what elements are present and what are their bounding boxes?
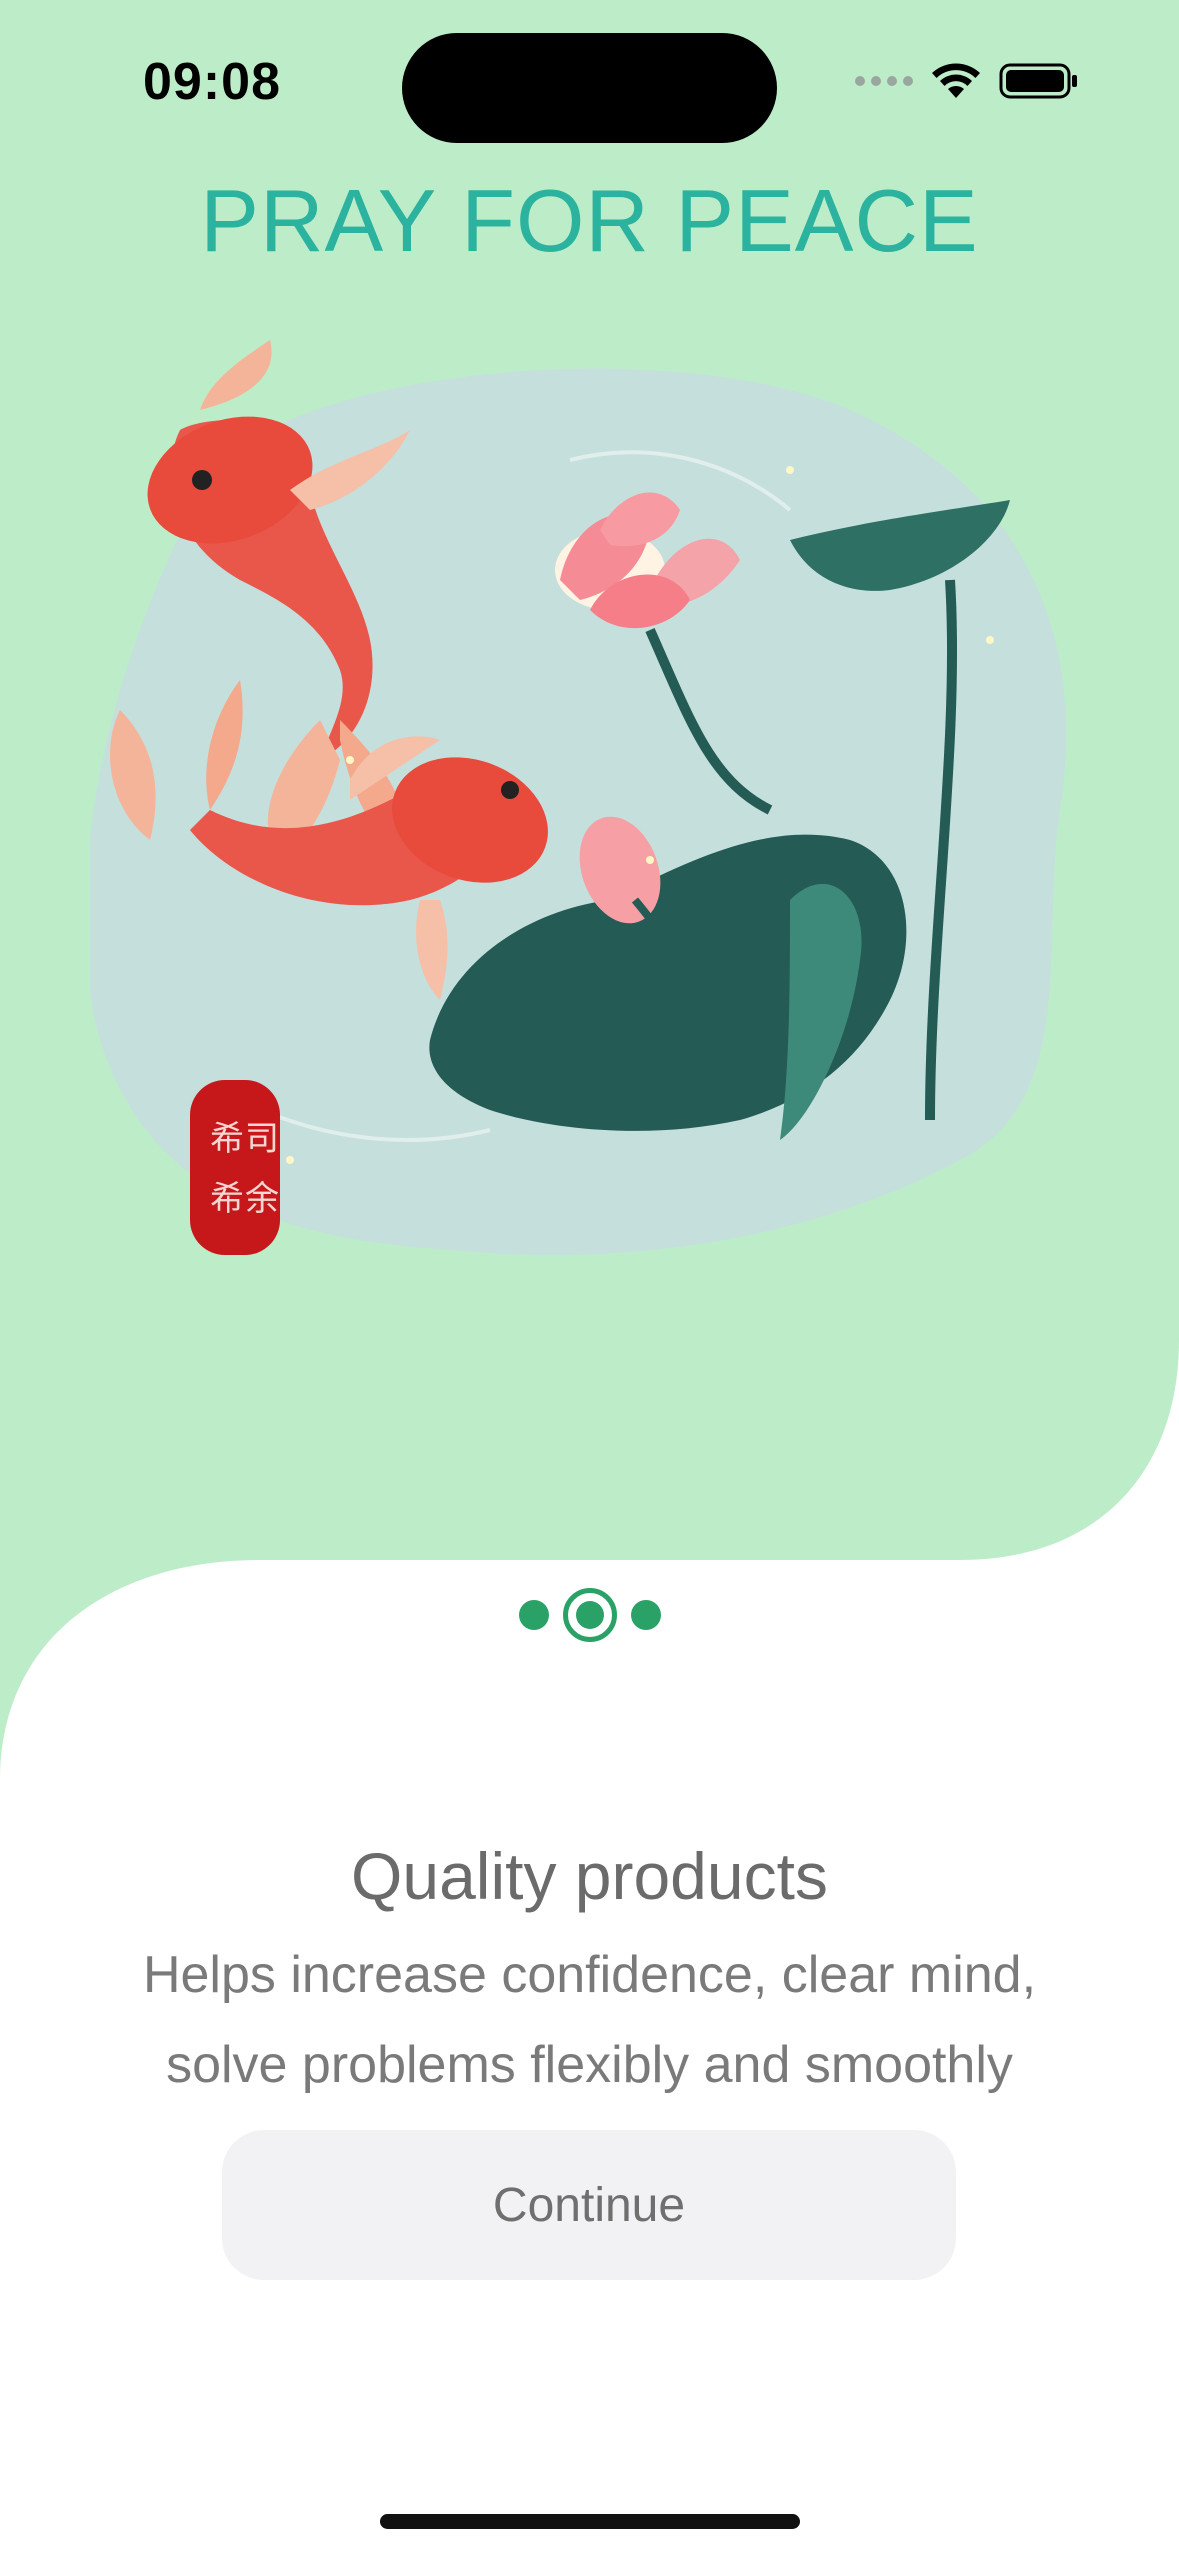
description: Helps increase confidence, clear mind, s… [142, 1946, 1037, 2094]
svg-text:希: 希 [210, 1179, 244, 1219]
onboarding-screen: 09:08 PRAY FOR PEACE 希 司 希 余 Quality pro… [0, 0, 1179, 2556]
home-indicator[interactable] [380, 2514, 800, 2529]
dynamic-island [402, 33, 777, 143]
status-time: 09:08 [143, 53, 281, 111]
page-indicator [0, 1588, 1179, 1642]
battery-icon [999, 63, 1077, 99]
headline: Quality products [351, 1839, 828, 1913]
svg-text:余: 余 [245, 1179, 279, 1219]
koi-fish-and-lotus-illustration: 希 司 希 余 [90, 340, 1067, 1256]
continue-button[interactable]: Continue [222, 2130, 956, 2280]
red-seal-stamp-icon: 希 司 希 余 [190, 1080, 280, 1255]
page-title: PRAY FOR PEACE [200, 171, 979, 270]
status-bar-icons [855, 62, 1079, 100]
wifi-icon [932, 63, 980, 98]
page-dot[interactable] [630, 1600, 661, 1630]
svg-text:希: 希 [210, 1119, 244, 1159]
svg-text:司: 司 [245, 1119, 279, 1159]
page-dot[interactable] [518, 1600, 549, 1630]
signal-dots-icon [855, 76, 913, 86]
page-dot-active[interactable] [562, 1588, 617, 1642]
